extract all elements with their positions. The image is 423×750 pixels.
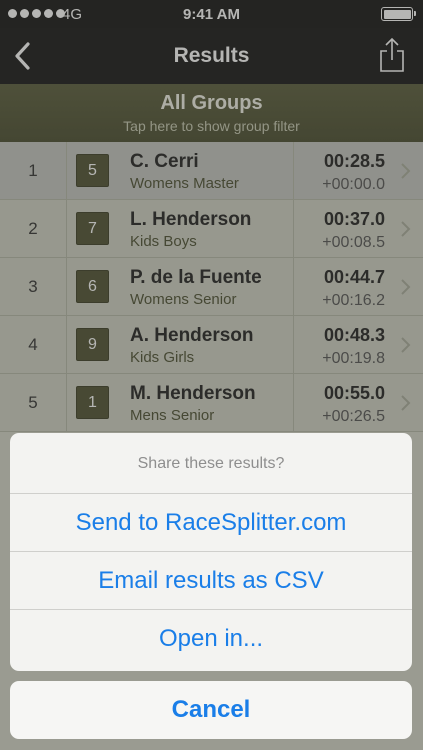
- email-csv-button[interactable]: Email results as CSV: [10, 552, 412, 610]
- action-sheet-title: Share these results?: [10, 433, 412, 494]
- send-to-racesplitter-button[interactable]: Send to RaceSplitter.com: [10, 494, 412, 552]
- cancel-button[interactable]: Cancel: [10, 681, 412, 739]
- share-action-sheet: Share these results? Send to RaceSplitte…: [10, 433, 412, 671]
- open-in-button[interactable]: Open in...: [10, 610, 412, 668]
